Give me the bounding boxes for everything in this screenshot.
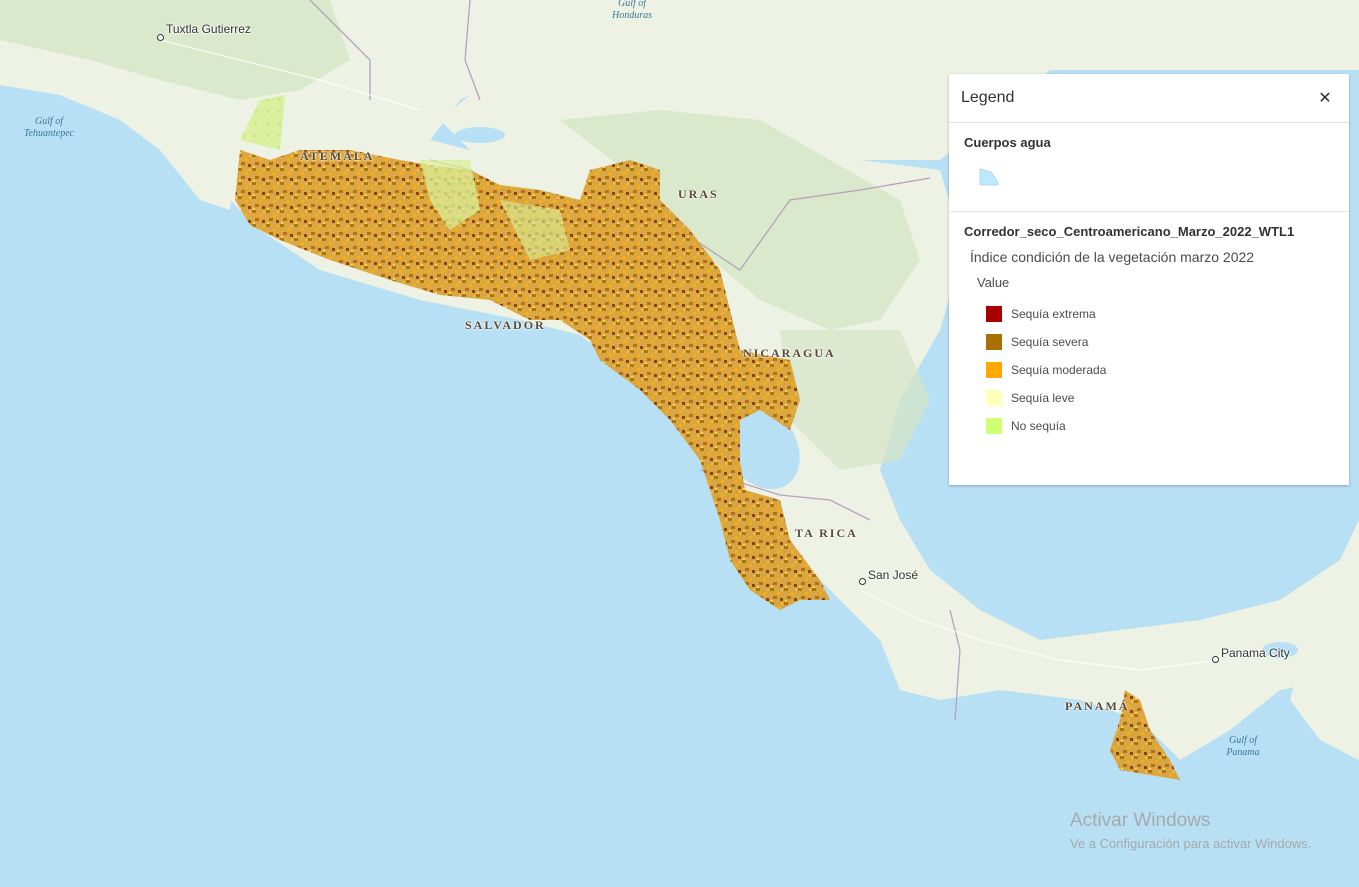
field-name: Índice condición de la vegetación marzo … [970,249,1255,265]
city-label-san-jose: San José [868,568,919,582]
legend-item-sequia-severa: Sequía severa [986,328,1334,356]
legend-item-sequia-extrema: Sequía extrema [986,300,1334,328]
layer-title: Cuerpos agua [964,135,1051,150]
lake-izabal [455,127,505,143]
legend-item-sequia-leve: Sequía leve [986,384,1334,412]
legend-item-label: Sequía leve [1011,391,1075,405]
close-icon[interactable]: ✕ [1313,88,1337,108]
legend-item-label: Sequía severa [1011,335,1089,349]
city-dot [1212,656,1219,663]
city-label-tuxtla: Tuxtla Gutierrez [166,22,251,36]
watermark-subtitle: Ve a Configuración para activar Windows. [1070,836,1312,851]
legend-layer-cuerpos-agua: Cuerpos agua [949,123,1349,211]
country-label-nicaragua: NICARAGUA [743,346,836,360]
value-label: Value [977,275,1010,290]
legend-title: Legend [961,89,1015,106]
country-label-costa-rica: TA RICA [795,526,858,540]
legend-item-label: Sequía extrema [1011,307,1096,321]
water-polygon-icon [979,168,999,186]
country-label-panama: PANAMÁ [1065,699,1130,713]
legend-panel: Legend ✕ Cuerpos agua Corredor_seco_Cent… [949,74,1349,485]
legend-layer-corredor-seco: Corredor_seco_Centroamericano_Marzo_2022… [949,211,1349,452]
city-label-panama-city: Panama City [1221,646,1290,660]
windows-activation-watermark: Activar Windows Ve a Configuración para … [1070,810,1311,851]
layer-title: Corredor_seco_Centroamericano_Marzo_2022… [964,224,1295,239]
water-label-honduras: Gulf of Honduras [611,0,652,21]
country-label-el-salvador: SALVADOR [465,318,546,332]
color-swatch [986,418,1002,434]
watermark-title: Activar Windows [1070,810,1211,831]
color-swatch [986,362,1002,378]
city-dot [157,34,164,41]
water-label-panama: Gulf of Panama [1226,735,1260,758]
legend-item-label: Sequía moderada [1011,363,1107,377]
country-label-honduras: URAS [678,187,719,201]
country-label-guatemala: ATEMALA [300,149,375,163]
color-swatch [986,334,1002,350]
legend-item-label: No sequía [1011,419,1066,433]
water-label-tehuantepec: Gulf of Tehuantepec [23,116,75,139]
city-dot [859,578,866,585]
color-swatch [986,390,1002,406]
legend-header: Legend ✕ [949,74,1349,123]
legend-item-no-sequia: No sequía [986,412,1334,440]
legend-item-sequia-moderada: Sequía moderada [986,356,1334,384]
color-swatch [986,306,1002,322]
